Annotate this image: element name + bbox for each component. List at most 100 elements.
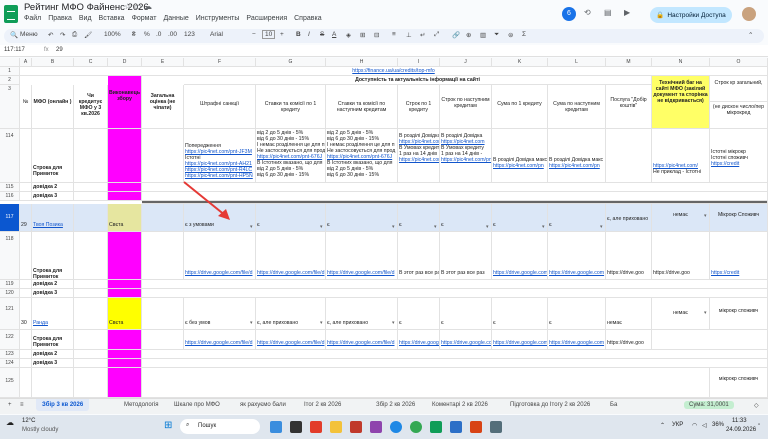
comment-icon[interactable]: ▤ xyxy=(604,8,612,17)
app-icon-4[interactable] xyxy=(370,421,382,433)
row-header-123[interactable]: 123 xyxy=(0,350,20,359)
dropdown-g117-icon[interactable]: ▾ xyxy=(320,224,323,230)
cell-b123[interactable]: довідка 2 xyxy=(32,350,74,359)
filter-icon[interactable]: ⏷ xyxy=(494,31,499,39)
filter-views-icon[interactable]: ⊜ xyxy=(508,31,513,39)
cell-a116[interactable] xyxy=(20,192,32,201)
cells-123[interactable] xyxy=(142,350,768,359)
row-header-114[interactable]: 114 xyxy=(0,129,20,183)
cell-e117[interactable] xyxy=(142,204,184,232)
cell-i118[interactable]: В этот раз все раз xyxy=(398,232,440,280)
dropdown-i117-icon[interactable]: ▾ xyxy=(434,224,437,230)
currency-button[interactable]: ₴ xyxy=(132,31,136,38)
tab-prep-2kv[interactable]: Підготовка до Ітогу 2 кв 2026 xyxy=(510,402,590,408)
cell-h114[interactable]: від 2 до 5 днів - 5% від 6 до 30 днів - … xyxy=(326,129,398,183)
cell-o114[interactable]: Істотні мікрокр Істотні споживч https://… xyxy=(710,129,768,183)
cell-a121[interactable]: 30 xyxy=(20,298,32,330)
explore-icon[interactable]: ◇ xyxy=(754,402,759,409)
spreadsheet-grid[interactable]: A B C D E F G H I J K L M N O 1 2 3 http… xyxy=(0,58,768,398)
dropdown-k117-icon[interactable]: ▾ xyxy=(542,224,545,230)
text-color-icon[interactable]: A xyxy=(332,31,336,38)
paint-format-icon[interactable]: 🖌 xyxy=(84,31,92,39)
cell-l122[interactable]: https://drive.google.com xyxy=(548,330,606,350)
tab-scale[interactable]: Шкале про МФО xyxy=(174,402,220,408)
cell-a118[interactable] xyxy=(20,232,32,280)
video-call-icon[interactable]: ▶ xyxy=(624,8,630,17)
row-header-120[interactable]: 120 xyxy=(0,289,20,298)
row-header-125[interactable]: 125 xyxy=(0,368,20,398)
windows-start-icon[interactable]: ⊞ xyxy=(164,420,172,431)
font-size-input[interactable]: 10 xyxy=(262,30,276,39)
cells-125[interactable] xyxy=(142,368,710,398)
cell-f118[interactable]: https://drive.google.com/file/d xyxy=(184,232,256,280)
rotate-icon[interactable]: ⤢ xyxy=(434,31,439,39)
wifi-icon[interactable]: ◠ xyxy=(692,422,697,429)
cell-d118[interactable] xyxy=(108,232,142,280)
cell-h118[interactable]: https://drive.google.com/file/d xyxy=(326,232,398,280)
dropdown-h121-icon[interactable]: ▾ xyxy=(392,320,395,326)
cell-c115[interactable] xyxy=(74,183,108,192)
print-icon[interactable]: ⎙ xyxy=(72,31,77,39)
menu-view[interactable]: Вид xyxy=(79,15,92,22)
cell-d121[interactable]: Свєта xyxy=(108,298,142,330)
cell-a119[interactable] xyxy=(20,280,32,289)
cell-c117[interactable] xyxy=(74,204,108,232)
cell-h117[interactable]: є xyxy=(326,204,398,232)
app-icon-2[interactable] xyxy=(310,421,322,433)
cell-a117[interactable]: 29 xyxy=(20,204,32,232)
cell-g118[interactable]: https://drive.google.com/file/d xyxy=(256,232,326,280)
star-icon[interactable]: ☆ xyxy=(124,2,131,11)
tab-comments-2kv[interactable]: Коментарі 2 кв 2026 xyxy=(432,402,488,408)
menu-insert[interactable]: Вставка xyxy=(99,15,125,22)
tray-chevron-icon[interactable]: ⌃ xyxy=(660,422,665,429)
cell-n117[interactable]: немає xyxy=(652,204,710,232)
cell-l117[interactable]: є xyxy=(548,204,606,232)
cell-j114[interactable]: В розділі Довідка https://pic4net.com В … xyxy=(440,129,492,183)
edge-icon[interactable] xyxy=(390,421,402,433)
share-button[interactable]: 🔒 Настройки Доступа xyxy=(650,7,732,23)
cell-k114[interactable]: В розділі Довідка макс https://pic4net.c… xyxy=(492,129,548,183)
menu-edit[interactable]: Правка xyxy=(48,15,72,22)
cell-d124[interactable] xyxy=(108,359,142,368)
cell-c120[interactable] xyxy=(74,289,108,298)
cell-d125[interactable] xyxy=(108,368,142,398)
row-header-115[interactable]: 115 xyxy=(0,183,20,192)
dropdown-l117-icon[interactable]: ▾ xyxy=(600,224,603,230)
cell-a114[interactable] xyxy=(20,129,32,183)
cell-d116[interactable] xyxy=(108,192,142,201)
chart-icon[interactable]: ▥ xyxy=(480,31,486,39)
cell-b115[interactable]: довідка 2 xyxy=(32,183,74,192)
history-icon[interactable]: ⟲ xyxy=(584,8,591,17)
chrome-icon[interactable] xyxy=(410,421,422,433)
cell-h121[interactable]: є, але приховано xyxy=(326,298,398,330)
strikethrough-icon[interactable]: S xyxy=(320,31,324,38)
tab-itog-2kv[interactable]: Ітог 2 кв 2026 xyxy=(304,402,341,408)
col-header-e[interactable]: E xyxy=(142,58,184,67)
app-icon-6[interactable] xyxy=(470,421,482,433)
cell-a115[interactable] xyxy=(20,183,32,192)
cell-j117[interactable]: є xyxy=(440,204,492,232)
cell-c124[interactable] xyxy=(74,359,108,368)
cell-a122[interactable] xyxy=(20,330,32,350)
all-sheets-icon[interactable]: ≡ xyxy=(20,402,24,408)
menu-data[interactable]: Данные xyxy=(163,15,188,22)
cell-l121[interactable]: є xyxy=(548,298,606,330)
cell-o121[interactable]: мікрокр споживч xyxy=(710,298,768,330)
language-indicator[interactable]: УКР xyxy=(672,422,683,428)
col-header-h[interactable]: H xyxy=(326,58,398,67)
link-icon[interactable]: 🔗 xyxy=(452,31,460,39)
app-icon-1[interactable] xyxy=(290,421,302,433)
cell-c114[interactable] xyxy=(74,129,108,183)
tab-zbir-3kv[interactable]: Збір 3 кв 2026 xyxy=(36,399,90,411)
cell-a123[interactable] xyxy=(20,350,32,359)
redo-icon[interactable]: ↷ xyxy=(60,31,65,39)
row-header-124[interactable]: 124 xyxy=(0,359,20,368)
cell-k121[interactable]: є xyxy=(492,298,548,330)
cell-c116[interactable] xyxy=(74,192,108,201)
cell-g114[interactable]: від 2 до 5 днів - 5% від 6 до 30 днів - … xyxy=(256,129,326,183)
cell-c123[interactable] xyxy=(74,350,108,359)
cell-j118[interactable]: В этот раз все раз xyxy=(440,232,492,280)
file-explorer-icon[interactable] xyxy=(330,421,342,433)
cell-b114[interactable]: Строка для Примиток xyxy=(32,129,74,183)
cell-b122[interactable]: Строка для Примиток xyxy=(32,330,74,350)
